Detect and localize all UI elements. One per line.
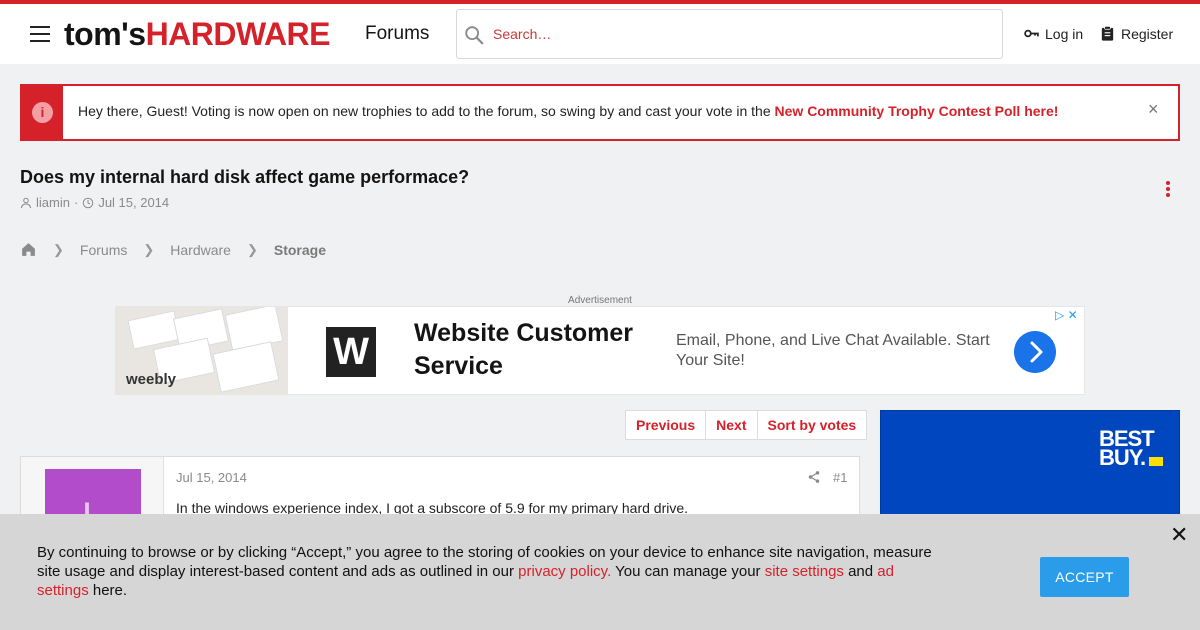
ad-arrow-button[interactable] [1014,331,1056,373]
accept-button[interactable]: ACCEPT [1040,557,1129,597]
bestbuy-tag-icon [1149,457,1163,466]
site-header: tom'sHARDWARE Forums Log in Register [0,4,1200,64]
next-button[interactable]: Next [706,411,758,439]
ad-description: Email, Phone, and Live Chat Available. S… [676,332,990,369]
notice-message: Hey there, Guest! Voting is now open on … [78,103,775,119]
cookie-text-part3: and [843,563,878,580]
search-icon [465,26,484,45]
adchoices-icon[interactable]: ▷ ✕ [1055,308,1078,322]
key-icon [1024,29,1039,38]
sort-by-votes-button[interactable]: Sort by votes [758,411,867,439]
bestbuy-logo-line2: BUY. [1099,445,1146,470]
logo-text-toms: tom's [64,16,146,52]
cookie-text: By continuing to browse or by clicking “… [37,543,937,600]
login-link[interactable]: Log in [1023,25,1083,42]
ad-brand-weebly: weebly [126,371,177,388]
cookie-consent-banner: By continuing to browse or by clicking “… [0,514,1200,630]
clipboard-icon [1101,26,1114,41]
site-logo[interactable]: tom'sHARDWARE [64,16,331,52]
register-link[interactable]: Register [1099,25,1173,42]
menu-icon[interactable] [30,26,50,42]
ad-headline: Website Customer Service [414,319,634,380]
site-notice: i Hey there, Guest! Voting is now open o… [20,84,1180,141]
user-icon [21,197,31,208]
chevron-right-icon: ❯ [53,241,64,257]
share-icon[interactable] [807,470,821,484]
logo-text-hardware: HARDWARE [145,16,331,52]
login-label: Log in [1045,25,1084,42]
site-settings-link[interactable]: site settings [765,563,844,580]
meta-separator: · [73,195,79,210]
thread-actions-menu-icon[interactable] [1163,181,1173,199]
advertisement-label: Advertisement [568,295,632,306]
notice-close-icon[interactable]: × [1148,99,1159,120]
thread-title: Does my internal hard disk affect game p… [20,167,470,187]
cookie-text-part2: You can manage your [611,563,765,580]
trophy-poll-link[interactable]: New Community Trophy Contest Poll here! [775,103,1059,119]
ad-image: weebly [116,307,288,395]
chevron-right-icon: ❯ [143,241,155,257]
thread-author[interactable]: liamin [36,195,70,210]
thread-navigation: Previous Next Sort by votes [625,410,868,440]
banner-ad[interactable]: weebly W Website Customer Service Email,… [115,306,1085,395]
search-box[interactable] [456,9,1003,59]
chevron-right-icon: ❯ [246,241,258,257]
info-icon: i [32,102,53,123]
forums-nav-link[interactable]: Forums [365,23,429,45]
post-number[interactable]: #1 [833,470,847,485]
clock-icon [83,197,94,208]
previous-button[interactable]: Previous [626,411,707,439]
cookie-close-icon[interactable]: ✕ [1170,522,1188,548]
breadcrumb-item-storage[interactable]: Storage [274,242,326,258]
cookie-text-part4: here. [88,582,128,599]
breadcrumb: ❯ Forums ❯ Hardware ❯ Storage [20,241,326,258]
search-input[interactable] [493,22,973,46]
register-label: Register [1121,25,1174,42]
post-date[interactable]: Jul 15, 2014 [176,470,247,485]
notice-text: Hey there, Guest! Voting is now open on … [78,103,1058,119]
weebly-logo: W [326,327,376,377]
breadcrumb-item-hardware[interactable]: Hardware [170,242,231,258]
notice-sidebar: i [22,86,63,139]
thread-meta: liamin · Jul 15, 2014 [20,195,169,210]
home-icon[interactable] [20,241,37,258]
bestbuy-logo: BEST BUY. [1099,428,1155,470]
breadcrumb-item-forums[interactable]: Forums [80,242,127,258]
thread-date[interactable]: Jul 15, 2014 [98,195,169,210]
privacy-policy-link[interactable]: privacy policy. [518,563,611,580]
